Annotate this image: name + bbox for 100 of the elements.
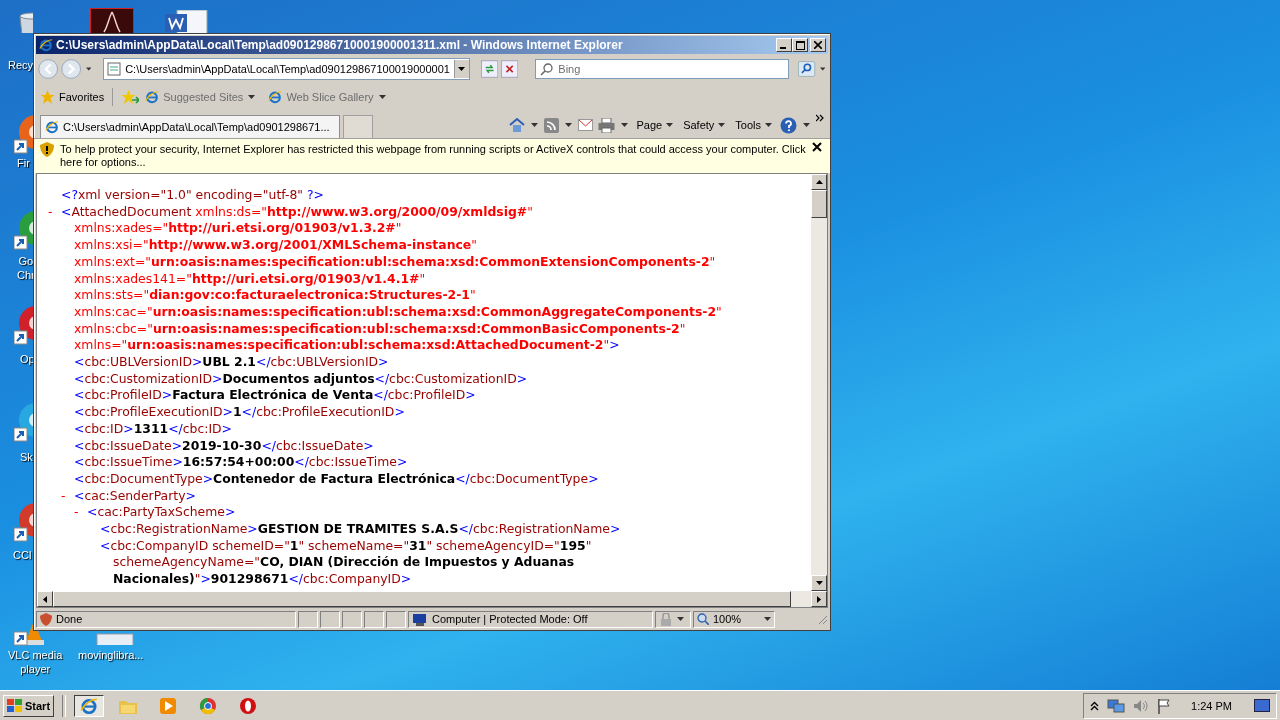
xml-line: Nacionales)">901298671</cbc:CompanyID> [113, 571, 412, 588]
xml-line: <cac:SenderParty> [74, 487, 196, 505]
show-hidden-icon[interactable] [1090, 700, 1100, 711]
browser-icon [145, 90, 160, 104]
browser-icon[interactable] [239, 696, 258, 715]
scroll-up-button[interactable] [811, 174, 827, 190]
search-field[interactable]: Bing [535, 59, 790, 79]
shortcut-label[interactable]: Go Chr [17, 254, 35, 282]
document-icon[interactable] [165, 10, 209, 36]
caret-icon[interactable] [718, 123, 726, 127]
flag-icon[interactable] [1157, 697, 1172, 714]
favorites-link[interactable]: Web Slice Gallery [268, 90, 387, 104]
monitor-icon [412, 612, 428, 626]
menu-button[interactable]: Page [634, 119, 677, 131]
xml-line: <cbc:DocumentType>Contenedor de Factura Electrónica</cbc:DocumentType> [74, 470, 599, 488]
info-bar[interactable]: To help protect your security, Internet Explorer has restricted this webpage from running scripts or ActiveX controls that could access your computer. Click here for options... [34, 138, 830, 173]
minimize-button[interactable] [776, 38, 792, 52]
zone-status: Computer | Protected Mode: Off [432, 613, 588, 625]
shortcut-label[interactable]: movinglibra... [78, 648, 144, 662]
shortcut-label[interactable]: CCl [13, 548, 32, 562]
document-icon[interactable] [90, 8, 134, 36]
maximize-button[interactable] [792, 38, 808, 52]
browser-icon [80, 696, 99, 715]
collapse-toggle[interactable]: - [48, 203, 61, 221]
xml-declaration: <?xml version="1.0" encoding="utf-8" ?> [61, 187, 324, 204]
browser-icon[interactable] [199, 696, 218, 715]
help-icon[interactable] [780, 116, 797, 134]
xml-line: <cbc:IssueTime>16:57:54+00:00</cbc:IssueTime> [74, 454, 408, 471]
chevron-icon[interactable] [816, 114, 824, 122]
xml-line: xmlns:ext="urn:oasis:names:specification:ubl:schema:xsd:CommonExtensionComponents-2" [74, 253, 716, 271]
scroll-down-button[interactable] [811, 575, 827, 591]
close-icon [814, 41, 822, 49]
clock[interactable]: 1:24 PM [1191, 699, 1232, 712]
caret-icon[interactable] [248, 95, 256, 99]
menu-button[interactable]: Safety [681, 119, 729, 131]
shortcut-label[interactable]: Sk [20, 450, 33, 464]
network-icon[interactable] [1107, 697, 1126, 714]
scroll-left-button[interactable] [37, 591, 53, 607]
collapse-toggle[interactable]: - [61, 487, 74, 505]
collapse-toggle[interactable]: - [74, 504, 87, 522]
caret-icon[interactable] [531, 123, 539, 127]
favorites-button[interactable]: Favorites [40, 89, 105, 105]
favorites-link[interactable]: Suggested Sites [145, 90, 257, 104]
caret-icon[interactable] [378, 95, 386, 99]
page-icon [107, 62, 122, 76]
caret-icon[interactable] [803, 123, 810, 127]
scroll-thumb[interactable] [811, 190, 827, 218]
security-button[interactable] [655, 610, 691, 628]
taskbar-button[interactable] [74, 694, 105, 717]
shortcut-label[interactable]: Recy [8, 58, 34, 72]
browser-icon [268, 90, 283, 104]
resize-grip[interactable] [816, 613, 828, 625]
down-arrow-icon [815, 581, 823, 585]
windows-flag-icon [7, 698, 23, 713]
browser-tab[interactable]: C:\Users\admin\AppData\Local\Temp\ad0901298671... [40, 115, 340, 138]
zoom-button[interactable]: 100% [693, 610, 775, 628]
refresh-icon[interactable] [480, 58, 499, 80]
close-button[interactable] [810, 38, 826, 52]
xml-line: <cbc:ProfileExecutionID>1</cbc:ProfileExecutionID> [74, 404, 405, 421]
xml-line: <cac:PartyTaxScheme> [87, 504, 236, 522]
start-button[interactable]: Start [3, 694, 55, 717]
search-icon [540, 63, 554, 76]
xml-line: <cbc:UBLVersionID>UBL 2.1</cbc:UBLVersionID> [74, 354, 389, 371]
status-pane [320, 610, 340, 628]
menu-button[interactable]: Tools [733, 119, 775, 131]
shortcut-label[interactable]: Fir [17, 156, 30, 170]
xml-line: xmlns:cac="urn:oasis:names:specification:ubl:schema:xsd:CommonAggregateComponents-2" [74, 303, 722, 321]
caret-icon[interactable] [765, 123, 772, 127]
scroll-right-button[interactable] [811, 591, 827, 607]
close-icon[interactable] [812, 142, 822, 152]
left-arrow-icon [43, 595, 47, 603]
xml-line: xmlns:xades141="http://uri.etsi.org/01903/v1.4.1#" [74, 270, 426, 288]
maximize-icon [795, 40, 805, 50]
xml-line: <cbc:IssueDate>2019-10-30</cbc:IssueDate> [74, 437, 374, 455]
xml-line: <cbc:ProfileID>Factura Electrónica de Venta</cbc:ProfileID> [74, 387, 476, 405]
caret-icon[interactable] [85, 67, 92, 71]
feed-icon[interactable] [544, 117, 560, 133]
caret-icon [677, 617, 684, 621]
caret-icon[interactable] [621, 123, 629, 127]
status-pane [386, 610, 406, 628]
xml-line: xmlns:xades="http://uri.etsi.org/01903/v1.3.2#" [74, 220, 402, 238]
caret-icon [764, 617, 771, 621]
status-text: Done [56, 613, 83, 625]
mail-icon[interactable] [578, 119, 594, 131]
vertical-scrollbar[interactable] [811, 174, 827, 591]
xml-line: xmlns:sts="dian:gov:co:facturaelectronica:Structures-2-1" [74, 287, 476, 304]
status-pane [342, 610, 362, 628]
caret-icon[interactable] [666, 123, 674, 127]
address-field[interactable]: C:\Users\admin\AppData\Local\Temp\ad090129867100019000001 [103, 58, 470, 80]
stop-icon[interactable] [501, 58, 519, 80]
home-icon[interactable] [509, 117, 526, 133]
xml-line: xmlns:xsi="http://www.w3.org/2001/XMLSchema-instance" [74, 237, 477, 254]
show-desktop-icon[interactable] [1254, 698, 1270, 713]
caret-icon[interactable] [819, 67, 825, 71]
print-icon[interactable] [598, 117, 616, 133]
search-button[interactable] [798, 59, 816, 79]
caret-icon[interactable] [565, 123, 573, 127]
shield-icon [40, 142, 54, 157]
shortcut-label[interactable]: VLC media player [8, 648, 63, 676]
dropdown-button[interactable] [453, 60, 469, 78]
